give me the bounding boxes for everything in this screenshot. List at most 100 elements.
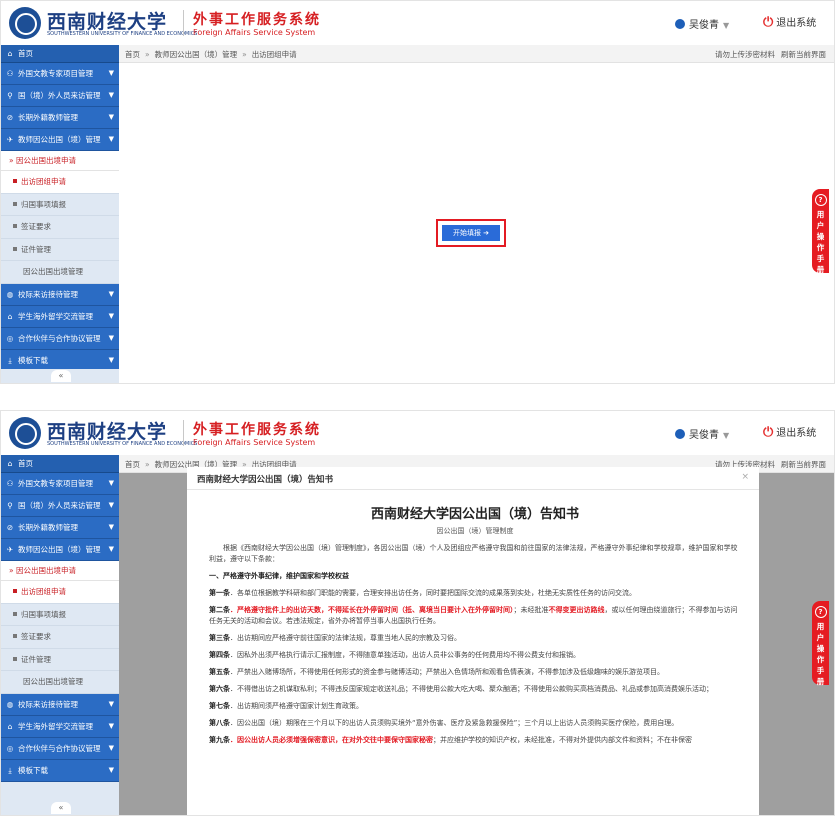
sidebar-item-return-report[interactable]: 归国事项填报 bbox=[1, 603, 119, 626]
sidebar-group-label: 国（境）外人员来访管理 bbox=[18, 501, 101, 510]
sidebar-item-label: 归国事项填报 bbox=[21, 199, 66, 209]
user-icon bbox=[675, 19, 685, 29]
square-bullet-icon bbox=[13, 656, 17, 661]
sidebar-group-label: 长期外籍教师管理 bbox=[18, 113, 78, 122]
chevron-down-icon: ▼ bbox=[108, 311, 114, 320]
sidebar-group-reception[interactable]: ◍ 校际来访接待管理 ▼ bbox=[1, 693, 119, 716]
sidebar-item-label: 证件管理 bbox=[21, 244, 51, 254]
sidebar-group-label: 国（境）外人员来访管理 bbox=[18, 91, 101, 100]
sidebar-home[interactable]: ⌂ 首页 bbox=[1, 455, 119, 473]
article-text: ．因私外出须严格执行请示汇报制度，不得随意单独活动，出访人员非公事务的任何费用均… bbox=[230, 651, 580, 659]
collapse-sidebar-button[interactable]: « bbox=[51, 370, 71, 382]
sidebar-group-outbound[interactable]: ✈ 教师因公出国（境）管理 ▼ bbox=[1, 129, 119, 151]
sidebar-group-visitors[interactable]: ⚲ 国（境）外人员来访管理 ▼ bbox=[1, 495, 119, 517]
sidebar-group-student-exchange[interactable]: ⌂ 学生海外留学交流管理 ▼ bbox=[1, 305, 119, 328]
chevron-down-icon: ▼ bbox=[108, 135, 114, 143]
user-menu[interactable]: 吴俊青 ▼ bbox=[675, 16, 729, 31]
manual-char: 手 bbox=[816, 254, 825, 263]
user-name: 吴俊青 bbox=[689, 20, 719, 31]
manual-char: 作 bbox=[816, 243, 825, 252]
sidebar-item-apply[interactable]: 出访团组申请 bbox=[1, 581, 119, 604]
breadcrumb: 首页 » 教师因公出国（境）管理 » 出访团组申请 bbox=[125, 49, 297, 60]
article-text: ．严禁出入赌博场所，不得使用任何形式的资金参与赌博活动；严禁出入色情场所和观看色… bbox=[230, 668, 664, 676]
logout-button[interactable]: ⏻ 退出系统 bbox=[763, 424, 816, 440]
manual-char: 户 bbox=[816, 221, 825, 230]
top-header: 西南财经大学 SOUTHWESTERN UNIVERSITY OF FINANC… bbox=[1, 1, 834, 46]
breadcrumb-section[interactable]: 教师因公出国（境）管理 bbox=[155, 50, 238, 59]
header-divider bbox=[183, 420, 184, 446]
article-6: 第六条．不得借出访之机谋取私利；不得违反国家规定收送礼品；不得使用公款大吃大喝、… bbox=[209, 684, 741, 695]
square-bullet-icon bbox=[13, 611, 17, 616]
sidebar-group-partners[interactable]: ◎ 合作伙伴与合作协议管理 ▼ bbox=[1, 737, 119, 760]
manual-char: 用 bbox=[816, 210, 825, 219]
user-manual-tab[interactable]: ? 用 户 操 作 手 册 bbox=[812, 189, 829, 274]
breadcrumb-bar: 首页 » 教师因公出国（境）管理 » 出访团组申请 请勿上传涉密材料 刷新当前界面 bbox=[119, 45, 834, 63]
breadcrumb-separator: » bbox=[145, 460, 150, 469]
sidebar-item-outbound-manage[interactable]: 因公出国出境管理 bbox=[1, 261, 119, 284]
square-bullet-icon bbox=[13, 589, 17, 593]
sidebar-item-label: 签证要求 bbox=[21, 222, 51, 231]
sidebar-sub-header[interactable]: » 因公出国出境申请 bbox=[1, 151, 119, 171]
refresh-link[interactable]: 刷新当前界面 bbox=[781, 460, 826, 469]
sidebar-item-visa[interactable]: 签证要求 bbox=[1, 216, 119, 239]
sidebar-group-student-exchange[interactable]: ⌂ 学生海外留学交流管理 ▼ bbox=[1, 715, 119, 738]
start-fill-button[interactable]: 开始填报 ➔ bbox=[442, 225, 500, 241]
sidebar-item-documents[interactable]: 证件管理 bbox=[1, 648, 119, 671]
article-text: ；并应维护学校的知识产权，未经批准，不得对外提供内部文件和资料；不在非保密 bbox=[433, 736, 692, 744]
sidebar-sub-header[interactable]: » 因公出国出境申请 bbox=[1, 561, 119, 581]
plane-icon: ✈ bbox=[6, 545, 14, 554]
sidebar-group-foreign-experts[interactable]: ⚇ 外国文教专家项目管理 ▼ bbox=[1, 473, 119, 495]
sidebar-item-apply[interactable]: 出访团组申请 bbox=[1, 171, 119, 194]
breadcrumb-home[interactable]: 首页 bbox=[125, 460, 140, 469]
sidebar-item-label: 签证要求 bbox=[21, 632, 51, 641]
logout-label: 退出系统 bbox=[776, 428, 817, 439]
manual-char: 户 bbox=[816, 633, 825, 642]
sidebar-item-return-report[interactable]: 归国事项填报 bbox=[1, 193, 119, 216]
chevron-down-icon: ▼ bbox=[108, 545, 114, 553]
sidebar-item-documents[interactable]: 证件管理 bbox=[1, 238, 119, 261]
header-divider bbox=[183, 10, 184, 36]
sidebar-group-foreign-teachers[interactable]: ⊘ 长期外籍教师管理 ▼ bbox=[1, 107, 119, 129]
user-manual-tab[interactable]: ? 用 户 操 作 手 册 bbox=[812, 601, 829, 686]
globe-icon: ◍ bbox=[6, 289, 14, 299]
graduation-cap-icon: ⌂ bbox=[7, 311, 13, 321]
link-icon: ⊘ bbox=[6, 523, 14, 532]
sidebar-group-templates[interactable]: ⤓ 模板下载 ▼ bbox=[1, 759, 119, 782]
university-seal-icon bbox=[9, 7, 41, 39]
document-intro: 根据《西南财经大学因公出国（境）管理制度》，各因公出国（境）个人及团组应严格遵守… bbox=[209, 544, 738, 563]
sidebar-group-foreign-teachers[interactable]: ⊘ 长期外籍教师管理 ▼ bbox=[1, 517, 119, 539]
logout-label: 退出系统 bbox=[776, 18, 817, 29]
collapse-sidebar-button[interactable]: « bbox=[51, 802, 71, 814]
user-icon bbox=[675, 429, 685, 439]
sidebar-group-visitors[interactable]: ⚲ 国（境）外人员来访管理 ▼ bbox=[1, 85, 119, 107]
plane-icon: ✈ bbox=[6, 135, 14, 144]
sidebar-group-reception[interactable]: ◍ 校际来访接待管理 ▼ bbox=[1, 283, 119, 306]
screenshot-notice-modal: 西南财经大学 SOUTHWESTERN UNIVERSITY OF FINANC… bbox=[0, 410, 835, 816]
article-5: 第五条．严禁出入赌博场所，不得使用任何形式的资金参与赌博活动；严禁出入色情场所和… bbox=[209, 667, 741, 678]
question-icon: ? bbox=[814, 194, 827, 206]
user-name: 吴俊青 bbox=[689, 430, 719, 441]
notice-modal: 西南财经大学因公出国（境）告知书 × 西南财经大学因公出国（境）告知书 因公出国… bbox=[187, 467, 759, 815]
sidebar-item-outbound-manage[interactable]: 因公出国出境管理 bbox=[1, 671, 119, 694]
sidebar-item-label: 因公出国出境管理 bbox=[23, 677, 83, 686]
close-icon[interactable]: × bbox=[741, 472, 749, 482]
system-title-en: Foreign Affairs Service System bbox=[193, 28, 316, 37]
refresh-link[interactable]: 刷新当前界面 bbox=[781, 50, 826, 59]
sidebar-group-outbound[interactable]: ✈ 教师因公出国（境）管理 ▼ bbox=[1, 539, 119, 561]
sidebar-home[interactable]: ⌂ 首页 bbox=[1, 45, 119, 63]
square-bullet-icon bbox=[13, 246, 17, 251]
logout-button[interactable]: ⏻ 退出系统 bbox=[763, 14, 816, 30]
chevron-down-icon: ▼ bbox=[108, 91, 114, 99]
university-name-en: SOUTHWESTERN UNIVERSITY OF FINANCE AND E… bbox=[47, 441, 198, 447]
sidebar-group-label: 长期外籍教师管理 bbox=[18, 523, 78, 532]
sidebar-sub-label: 因公出国出境申请 bbox=[15, 156, 76, 165]
modal-body: 西南财经大学因公出国（境）告知书 因公出国（境）管理制度 根据《西南财经大学因公… bbox=[187, 506, 759, 746]
article-text: ．出访期间应严格遵守前往国家的法律法规，尊重当地人民的宗教及习俗。 bbox=[230, 634, 461, 642]
square-bullet-icon bbox=[13, 201, 17, 206]
sidebar-group-foreign-experts[interactable]: ⚇ 外国文教专家项目管理 ▼ bbox=[1, 63, 119, 85]
user-menu[interactable]: 吴俊青 ▼ bbox=[675, 426, 729, 441]
sidebar-item-visa[interactable]: 签证要求 bbox=[1, 626, 119, 649]
breadcrumb-home[interactable]: 首页 bbox=[125, 50, 140, 59]
home-icon: ⌂ bbox=[7, 459, 13, 468]
sidebar-group-partners[interactable]: ◎ 合作伙伴与合作协议管理 ▼ bbox=[1, 327, 119, 350]
